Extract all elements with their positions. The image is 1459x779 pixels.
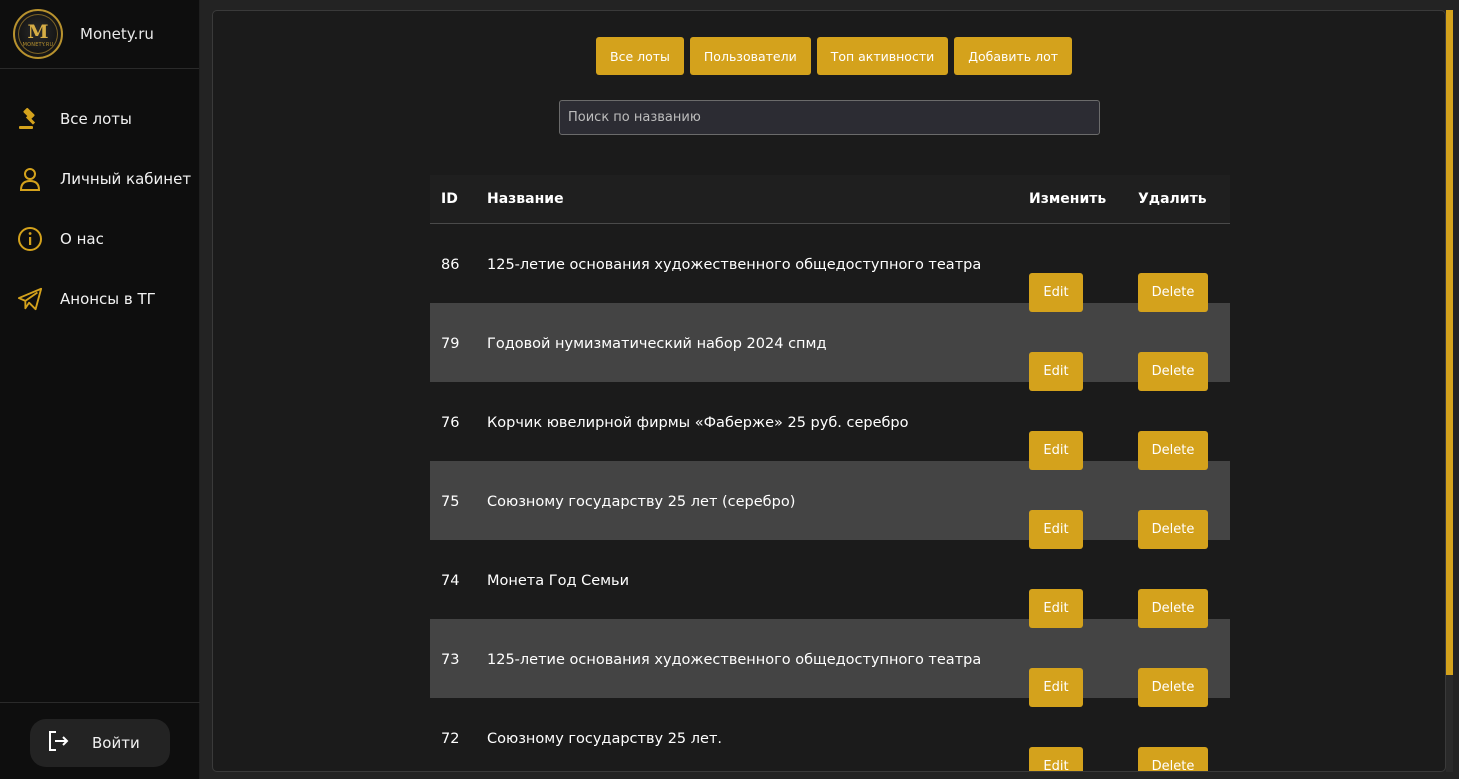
info-icon [17, 226, 43, 252]
lot-id: 76 [441, 415, 460, 431]
lot-name: 125-летие основания художественного обще… [487, 652, 982, 668]
sidebar-item-label: Все лоты [60, 110, 132, 128]
all-lots-button[interactable]: Все лоты [596, 37, 684, 75]
login-icon [46, 729, 70, 757]
table-header: ID Название Изменить Удалить [430, 175, 1230, 224]
admin-toolbar: Все лоты Пользователи Топ активности Доб… [596, 37, 1073, 75]
sidebar-item-telegram[interactable]: Анонсы в ТГ [0, 269, 199, 329]
lot-name: Союзному государству 25 лет (серебро) [487, 494, 796, 510]
brand-name[interactable]: Monety.ru [80, 25, 154, 43]
logo-caption: MONETY.RU [22, 42, 54, 48]
column-header-name: Название [487, 191, 564, 207]
table-row: 72 Союзному государству 25 лет. Edit Del… [430, 698, 1230, 771]
sidebar: M MONETY.RU Monety.ru Все лоты Личный ка… [0, 0, 200, 779]
telegram-icon [17, 286, 43, 312]
lot-id: 79 [441, 336, 460, 352]
gavel-icon [17, 106, 43, 132]
sidebar-nav: Все лоты Личный кабинет О нас Анонсы в Т… [0, 69, 199, 329]
lot-name: Корчик ювелирной фирмы «Фаберже» 25 руб.… [487, 415, 909, 431]
logo-letter: M [27, 21, 49, 43]
column-header-edit: Изменить [1029, 191, 1107, 207]
sidebar-item-profile[interactable]: Личный кабинет [0, 149, 199, 209]
table-row: 79 Годовой нумизматический набор 2024 сп… [430, 303, 1230, 391]
lot-name: 125-летие основания художественного обще… [487, 257, 982, 273]
delete-button[interactable]: Delete [1138, 747, 1208, 771]
search-input[interactable] [559, 100, 1100, 135]
edit-button[interactable]: Edit [1029, 747, 1083, 771]
column-header-id: ID [441, 191, 458, 207]
users-button[interactable]: Пользователи [689, 37, 811, 75]
logo[interactable]: M MONETY.RU [13, 9, 63, 59]
sidebar-item-label: Анонсы в ТГ [60, 290, 156, 308]
sidebar-item-all-lots[interactable]: Все лоты [0, 89, 199, 149]
table-row: 75 Союзному государству 25 лет (серебро)… [430, 461, 1230, 549]
lot-id: 75 [441, 494, 460, 510]
main-content: Все лоты Пользователи Топ активности Доб… [212, 10, 1446, 772]
lot-name: Годовой нумизматический набор 2024 спмд [487, 336, 827, 352]
lot-name: Союзному государству 25 лет. [487, 731, 723, 747]
lot-id: 74 [441, 573, 460, 589]
scrollbar-track[interactable] [1446, 675, 1453, 772]
lot-id: 86 [441, 257, 460, 273]
scrollbar-thumb[interactable] [1446, 10, 1453, 675]
sidebar-item-label: О нас [60, 230, 104, 248]
table-row: 74 Монета Год Семьи Edit Delete [430, 540, 1230, 628]
login-label: Войти [92, 734, 140, 752]
lot-id: 72 [441, 731, 460, 747]
lots-table: ID Название Изменить Удалить 86 125-лети… [430, 175, 1230, 771]
user-icon [17, 166, 43, 192]
sidebar-item-about[interactable]: О нас [0, 209, 199, 269]
table-row: 76 Корчик ювелирной фирмы «Фаберже» 25 р… [430, 382, 1230, 470]
table-row: 86 125-летие основания художественного о… [430, 224, 1230, 312]
table-row: 73 125-летие основания художественного о… [430, 619, 1230, 707]
column-header-delete: Удалить [1138, 191, 1207, 207]
add-lot-button[interactable]: Добавить лот [954, 37, 1073, 75]
top-activity-button[interactable]: Топ активности [816, 37, 949, 75]
lot-name: Монета Год Семьи [487, 573, 630, 589]
sidebar-footer: Войти [0, 702, 200, 779]
brand-header: M MONETY.RU Monety.ru [0, 0, 199, 69]
lot-id: 73 [441, 652, 460, 668]
sidebar-item-label: Личный кабинет [60, 170, 192, 188]
login-button[interactable]: Войти [30, 719, 170, 767]
